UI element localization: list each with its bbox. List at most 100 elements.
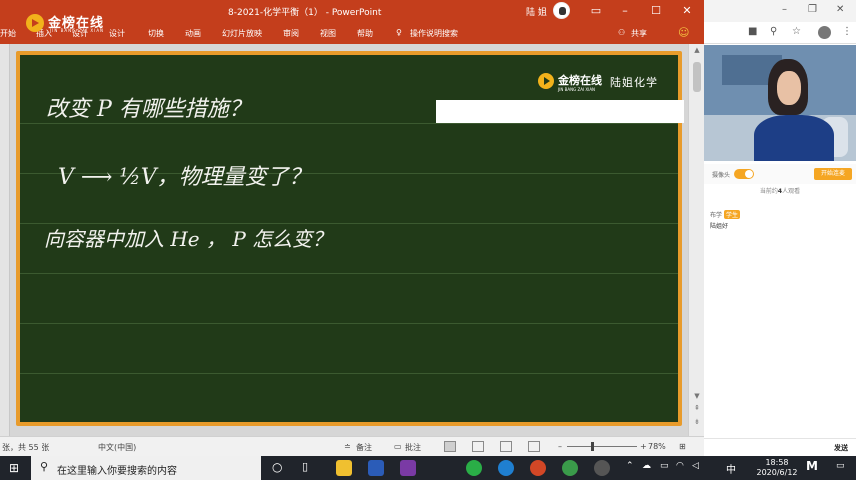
ime-indicator[interactable]: 中 xyxy=(726,461,736,476)
share-button[interactable]: 共享 xyxy=(631,28,647,39)
tab-help[interactable]: 帮助 xyxy=(357,28,373,39)
tell-me-search[interactable]: 操作说明搜索 xyxy=(410,28,458,39)
tab-animations[interactable]: 动画 xyxy=(185,28,201,39)
chrome-icon[interactable] xyxy=(562,460,578,476)
send-button[interactable]: 发送 xyxy=(834,443,848,453)
comments-icon[interactable]: ▭ xyxy=(394,442,402,451)
taskbar-search[interactable]: ⚲ 在这里输入你要搜索的内容 xyxy=(31,456,261,480)
scroll-thumb[interactable] xyxy=(693,62,701,92)
brand-subtitle: JIN BANG ZAI XIAN xyxy=(50,28,105,33)
zoom-slider[interactable] xyxy=(567,446,637,447)
notes-icon[interactable]: ≐ xyxy=(344,442,351,451)
teacher-video[interactable] xyxy=(704,45,856,161)
browser-title-bar: – ❐ ✕ xyxy=(704,0,856,22)
clock[interactable]: 18:58 2020/6/12 xyxy=(752,458,802,478)
handwriting-line-1: 改变 P 有哪些措施？ xyxy=(46,97,251,122)
slide-logo-name: 金榜在线 xyxy=(558,74,602,87)
cloud-icon[interactable]: ☁ xyxy=(642,461,651,471)
next-slide-icon[interactable]: ⇟ xyxy=(693,418,701,426)
teacher-name: 陆姐化学 xyxy=(610,76,658,89)
tray-chevron-icon[interactable]: ⌃ xyxy=(626,461,634,471)
start-mic-button[interactable]: 开始连麦 xyxy=(814,168,852,180)
zoom-level[interactable]: 78% xyxy=(648,442,666,451)
menu-dots-icon[interactable]: ⋮ xyxy=(842,26,852,37)
file-explorer-icon[interactable] xyxy=(336,460,352,476)
notifications-icon[interactable]: ▭ xyxy=(836,461,845,471)
account-avatar[interactable] xyxy=(553,2,570,19)
task-view-icon[interactable]: ▯ xyxy=(302,460,308,473)
wechat-icon[interactable] xyxy=(466,460,482,476)
windows-start-icon[interactable]: ⊞ xyxy=(9,461,19,475)
tab-slideshow[interactable]: 幻灯片放映 xyxy=(222,28,262,39)
chat-input[interactable]: 发送 xyxy=(704,438,856,456)
zoom-slider-knob[interactable] xyxy=(590,442,594,451)
windows-taskbar: ⊞ ⚲ 在这里输入你要搜索的内容 ○ ▯ ⌃ ☁ ▭ ◠ ◁ 中 18:58 2… xyxy=(0,456,856,480)
chat-sender-tag: 学生 xyxy=(724,210,741,219)
camera-label: 摄像头 xyxy=(712,172,731,179)
notes-button[interactable]: 备注 xyxy=(356,442,372,453)
reading-view-icon[interactable] xyxy=(500,441,512,452)
ruled-line xyxy=(20,123,678,124)
clock-time: 18:58 xyxy=(765,458,789,467)
star-icon[interactable]: ☆ xyxy=(792,26,801,37)
tab-transitions[interactable]: 切换 xyxy=(148,28,164,39)
edge-icon[interactable] xyxy=(498,460,514,476)
slide-logo-subtitle: JIN BANG ZAI XIAN xyxy=(558,87,596,92)
cortana-icon[interactable]: ○ xyxy=(272,460,282,474)
slide-counter: 张，共 55 张 xyxy=(2,443,50,452)
fit-slide-icon[interactable]: ⊞ xyxy=(679,442,686,451)
thumbnail-pane[interactable] xyxy=(0,44,10,436)
viewer-count-suffix: 人观看 xyxy=(782,188,801,195)
comments-button[interactable]: 批注 xyxy=(405,442,421,453)
profile-avatar[interactable] xyxy=(818,26,831,39)
viewer-count: 当前约4人观看 xyxy=(704,186,856,195)
lightbulb-icon: ♀ xyxy=(396,28,402,37)
ruled-line xyxy=(20,373,678,374)
title-bar: 8-2021-化学平衡（1） - PowerPoint 陆 姐 ▭ – ☐ ✕ xyxy=(0,0,704,22)
handwriting-line-2: V ⟶ ½V，物理量变了？ xyxy=(58,165,311,190)
previous-slide-icon[interactable]: ⇞ xyxy=(693,404,701,412)
powerpoint-icon[interactable] xyxy=(530,460,546,476)
word-icon[interactable] xyxy=(368,460,384,476)
scroll-up-icon[interactable]: ▲ xyxy=(693,46,701,54)
camera-icon[interactable]: ■ xyxy=(748,26,757,37)
normal-view-icon[interactable] xyxy=(444,441,456,452)
app-icon[interactable] xyxy=(594,460,610,476)
zoom-in-icon[interactable]: + xyxy=(640,442,647,451)
zoom-icon[interactable]: ⚲ xyxy=(770,26,777,37)
overlay-box xyxy=(436,100,684,123)
tab-review[interactable]: 审阅 xyxy=(283,28,299,39)
tab-home[interactable]: 开始 xyxy=(0,28,16,39)
close-icon[interactable]: ✕ xyxy=(679,3,695,19)
app-logo-icon[interactable]: M xyxy=(806,459,818,473)
handwriting-line-3: 向容器中加入 He ， P 怎么变？ xyxy=(44,227,333,251)
vertical-scrollbar[interactable]: ▲ ▼ ⇞ ⇟ xyxy=(688,44,704,436)
wifi-icon[interactable]: ◠ xyxy=(676,461,684,471)
slide-sorter-icon[interactable] xyxy=(472,441,484,452)
onenote-icon[interactable] xyxy=(400,460,416,476)
volume-icon[interactable]: ◁ xyxy=(692,461,699,471)
tab-view[interactable]: 视图 xyxy=(320,28,336,39)
scroll-down-icon[interactable]: ▼ xyxy=(693,392,701,400)
live-class-panel: – ❐ ✕ ■ ⚲ ☆ ⋮ 摄像头 开始连麦 当前约4人观看 布学 学生 陆姐好… xyxy=(704,0,856,456)
minimize-icon[interactable]: – xyxy=(782,4,787,15)
teacher-face xyxy=(777,71,801,105)
network-icon[interactable]: ▭ xyxy=(660,461,669,471)
restore-icon[interactable]: ❐ xyxy=(808,4,817,15)
camera-toggle[interactable] xyxy=(734,169,754,179)
ruled-line xyxy=(20,273,678,274)
close-icon[interactable]: ✕ xyxy=(836,4,844,15)
slideshow-view-icon[interactable] xyxy=(528,441,540,452)
tab-design[interactable]: 设计 xyxy=(109,28,125,39)
minimize-icon[interactable]: – xyxy=(617,3,633,19)
zoom-out-icon[interactable]: – xyxy=(558,442,562,451)
share-icon[interactable]: ⚇ xyxy=(618,28,625,37)
brand-play-icon xyxy=(26,14,44,32)
chat-sender: 布学 xyxy=(710,212,723,219)
feedback-smiley-icon[interactable]: ☺ xyxy=(678,26,689,39)
maximize-icon[interactable]: ☐ xyxy=(648,3,664,19)
account-name[interactable]: 陆 姐 xyxy=(526,5,547,18)
ribbon-display-icon[interactable]: ▭ xyxy=(588,3,604,19)
clock-date: 2020/6/12 xyxy=(756,468,798,477)
language-indicator[interactable]: 中文(中国) xyxy=(98,442,136,453)
